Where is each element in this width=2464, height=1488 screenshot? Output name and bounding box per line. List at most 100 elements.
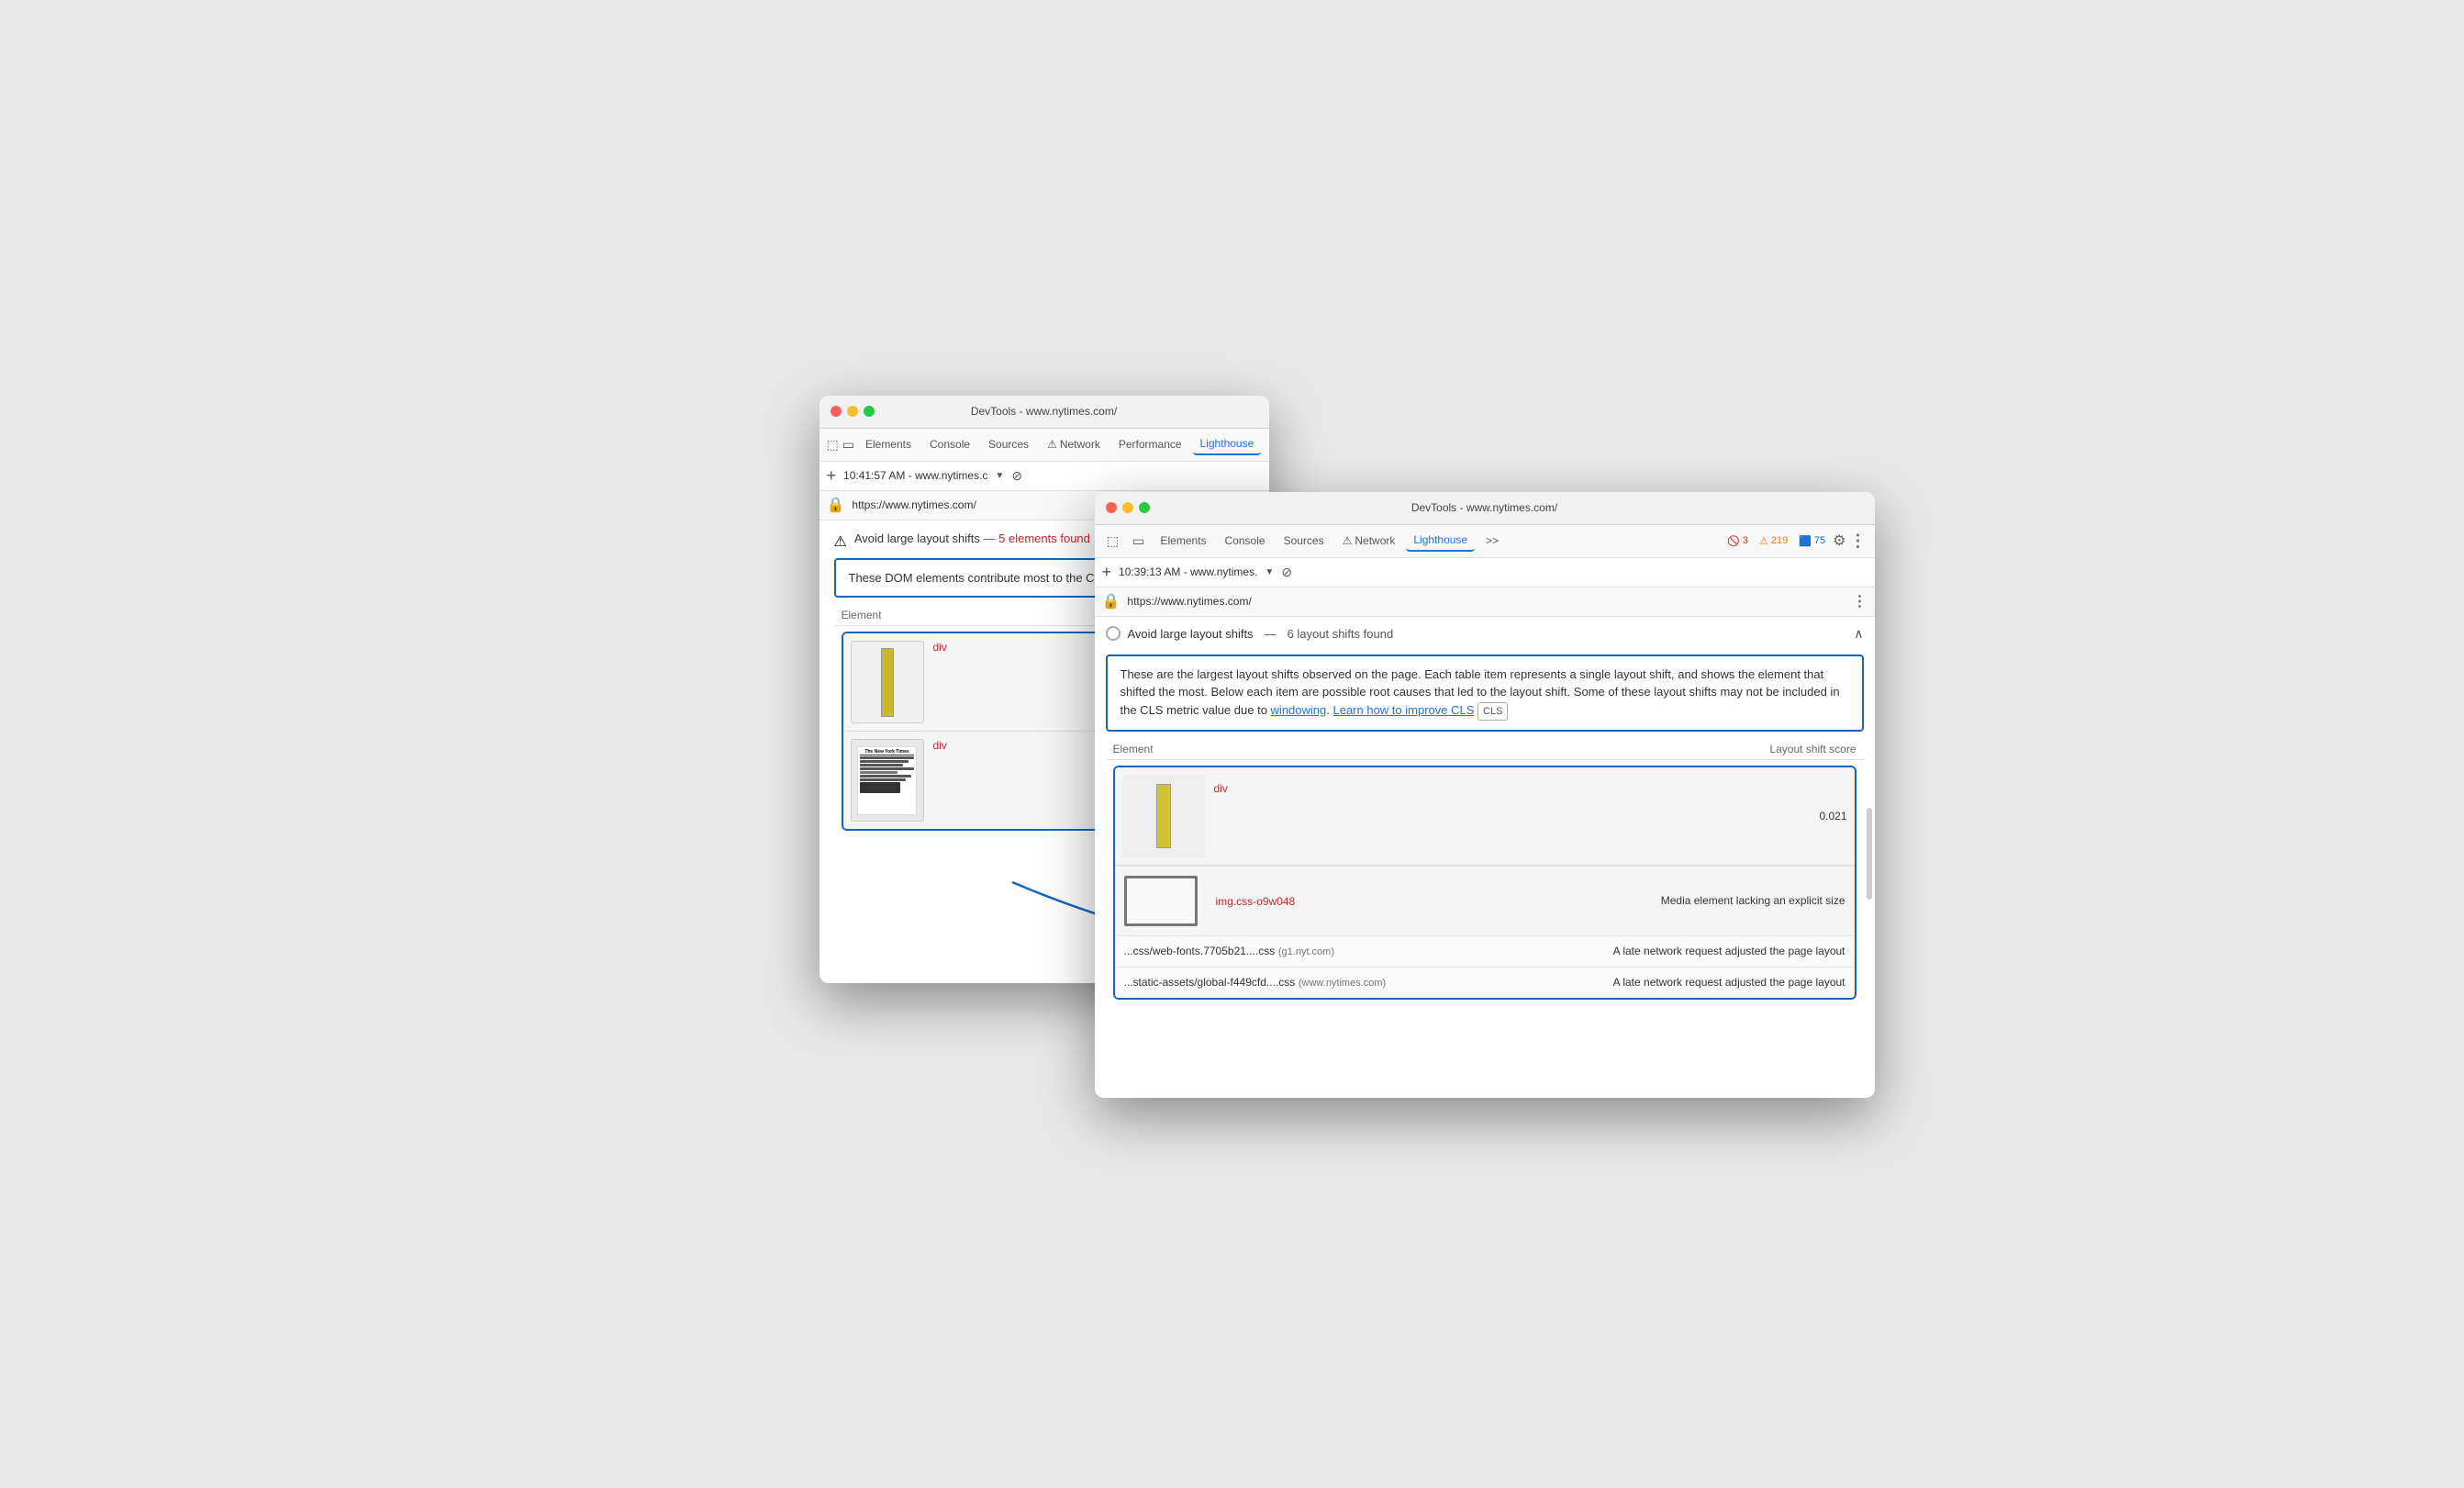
net-row-1-front: ...css/web-fonts.7705b21....css (g1.nyt.… xyxy=(1115,935,1855,967)
audit-row-header-front[interactable]: Avoid large layout shifts — 6 layout shi… xyxy=(1095,617,1875,651)
more-tabs-back[interactable]: >> xyxy=(1265,434,1268,454)
toolbar-front: ⬚ ▭ Elements Console Sources ⚠ Network L… xyxy=(1095,525,1875,558)
row-label-1-back: div xyxy=(933,641,947,654)
address-bar-back: + 10:41:57 AM - www.nytimes.c ▼ ⊘ xyxy=(819,462,1269,491)
device-icon[interactable]: ▭ xyxy=(842,433,854,455)
img-css-thumb xyxy=(1124,876,1198,926)
more-menu-front[interactable]: ⋮ xyxy=(1850,531,1868,551)
net1-label-text: ...css/web-fonts.7705b21....css xyxy=(1124,945,1276,957)
audit-title-front: Avoid large layout shifts xyxy=(1128,627,1254,641)
more-tabs-front[interactable]: >> xyxy=(1478,531,1506,551)
row-label-1-front: div xyxy=(1214,782,1228,795)
img-css-desc: Media element lacking an explicit size xyxy=(1661,893,1845,909)
audit-title-back: Avoid large layout shifts xyxy=(854,531,980,545)
new-session-icon-front[interactable]: + xyxy=(1102,563,1112,582)
url-bar-front: 🔒 https://www.nytimes.com/ ⋮ xyxy=(1095,587,1875,617)
window-title-back: DevTools - www.nytimes.com/ xyxy=(971,405,1117,418)
security-warning-icon-front: 🔒 xyxy=(1102,592,1121,610)
address-bar-front: + 10:39:13 AM - www.nytimes. ▼ ⊘ xyxy=(1095,558,1875,587)
toolbar-back: ⬚ ▭ Elements Console Sources ⚠ Network P… xyxy=(819,429,1269,462)
window-title-front: DevTools - www.nytimes.com/ xyxy=(1411,501,1557,514)
learn-cls-link[interactable]: Learn how to improve CLS xyxy=(1332,703,1474,717)
inspect-icon[interactable]: ⬚ xyxy=(827,433,839,455)
audit-warning-icon-back: ⚠ xyxy=(834,532,847,551)
col-element-header-front: Element xyxy=(1113,743,1719,755)
net2-desc-text: A late network request adjusted the page… xyxy=(1613,975,1845,990)
close-button-back[interactable] xyxy=(831,406,842,417)
net-label-1: ...css/web-fonts.7705b21....css (g1.nyt.… xyxy=(1124,944,1335,957)
content-front: Avoid large layout shifts — 6 layout shi… xyxy=(1095,617,1875,1094)
warning-icon-badge-front: ⚠ xyxy=(1759,535,1768,547)
newspaper-thumbnail-back: The New York Times xyxy=(857,746,917,815)
minimize-button-front[interactable] xyxy=(1122,502,1133,513)
table-header-front: Element Layout shift score xyxy=(1106,739,1864,760)
traffic-lights-back xyxy=(831,406,875,417)
row-thumb-1-back xyxy=(851,641,924,723)
tab-console-front[interactable]: Console xyxy=(1218,531,1273,551)
session-time-back: 10:41:57 AM - www.nytimes.c xyxy=(843,469,987,482)
minimize-button-back[interactable] xyxy=(847,406,858,417)
caret-icon-front[interactable]: ▼ xyxy=(1265,567,1274,577)
sub-row-2-front: img.css-o9w048 Media element lacking an … xyxy=(1115,866,1855,935)
table-row-group-front: div 0.021 img.css-o9w048 Media element l… xyxy=(1113,766,1856,1000)
gear-icon-front[interactable]: ⚙ xyxy=(1833,531,1845,550)
devtools-window-front: DevTools - www.nytimes.com/ ⬚ ▭ Elements… xyxy=(1095,492,1875,1098)
maximize-button-front[interactable] xyxy=(1139,502,1150,513)
title-bar-front: DevTools - www.nytimes.com/ xyxy=(1095,492,1875,525)
tab-performance-back[interactable]: Performance xyxy=(1111,434,1189,454)
url-more-button-front[interactable]: ⋮ xyxy=(1853,592,1868,610)
windowing-link[interactable]: windowing xyxy=(1271,703,1327,717)
maximize-button-back[interactable] xyxy=(864,406,875,417)
row-thumb-2-back: The New York Times xyxy=(851,739,924,822)
collapse-button-front[interactable]: ∧ xyxy=(1854,626,1863,642)
audit-dash-front: — xyxy=(1265,627,1277,641)
inspect-icon-front[interactable]: ⬚ xyxy=(1102,530,1124,552)
session-time-front: 10:39:13 AM - www.nytimes. xyxy=(1119,565,1257,578)
tab-network-front[interactable]: ⚠ Network xyxy=(1335,531,1403,551)
no-throttling-icon-front[interactable]: ⊘ xyxy=(1281,565,1292,580)
description-box-front: These are the largest layout shifts obse… xyxy=(1106,654,1864,733)
table-row-2-front: img.css-o9w048 Media element lacking an … xyxy=(1115,865,1855,998)
info-icon-front: 🟦 xyxy=(1799,535,1812,547)
tab-console-back[interactable]: Console xyxy=(922,434,977,454)
tab-sources-back[interactable]: Sources xyxy=(981,434,1036,454)
table-row-1-front: div 0.021 xyxy=(1115,767,1855,865)
title-bar-back: DevTools - www.nytimes.com/ xyxy=(819,396,1269,429)
img-css-label: img.css-o9w048 xyxy=(1216,895,1296,908)
circle-icon-front xyxy=(1106,626,1121,641)
warning-icon-network-back: ⚠ xyxy=(1047,438,1057,451)
error-icon-front: 🚫 xyxy=(1727,535,1740,547)
tab-lighthouse-front[interactable]: Lighthouse xyxy=(1406,530,1475,552)
col-score-header-front: Layout shift score xyxy=(1719,743,1856,755)
audit-count-back: — 5 elements found xyxy=(984,531,1090,545)
close-button-front[interactable] xyxy=(1106,502,1117,513)
net2-label-text: ...static-assets/global-f449cfd....css xyxy=(1124,976,1296,989)
audit-count-front: 6 layout shifts found xyxy=(1288,627,1394,641)
device-icon-front[interactable]: ▭ xyxy=(1128,530,1150,552)
url-text-front[interactable]: https://www.nytimes.com/ xyxy=(1127,595,1845,608)
scrollbar-front[interactable] xyxy=(1867,808,1872,900)
net2-source-text: (www.nytimes.com) xyxy=(1299,978,1386,989)
warning-icon-network-front: ⚠ xyxy=(1343,534,1353,547)
net-row-2-front: ...static-assets/global-f449cfd....css (… xyxy=(1115,967,1855,998)
net1-source-text: (g1.nyt.com) xyxy=(1278,946,1334,957)
info-badge-front: 🟦 75 xyxy=(1795,534,1829,548)
no-throttling-icon-back[interactable]: ⊘ xyxy=(1011,468,1022,484)
net1-desc-text: A late network request adjusted the page… xyxy=(1613,944,1845,959)
warning-badge-front: ⚠ 219 xyxy=(1756,534,1791,548)
tab-elements-front[interactable]: Elements xyxy=(1154,531,1214,551)
row-score-1-front: 0.021 xyxy=(1819,810,1846,822)
security-warning-icon-back: 🔒 xyxy=(827,496,845,514)
row-label-2-back: div xyxy=(933,739,947,752)
cls-badge: CLS xyxy=(1477,702,1508,722)
tab-sources-front[interactable]: Sources xyxy=(1277,531,1332,551)
row-thumb-1-front xyxy=(1122,775,1205,857)
error-badge-front: 🚫 3 xyxy=(1723,534,1752,548)
table-front: Element Layout shift score div 0.021 xyxy=(1106,739,1864,1000)
new-session-icon-back[interactable]: + xyxy=(827,466,837,486)
tab-network-back[interactable]: ⚠ Network xyxy=(1040,434,1108,454)
caret-icon-back[interactable]: ▼ xyxy=(995,471,1004,481)
tab-elements-back[interactable]: Elements xyxy=(858,434,919,454)
tab-lighthouse-back[interactable]: Lighthouse xyxy=(1193,433,1262,455)
traffic-lights-front xyxy=(1106,502,1150,513)
